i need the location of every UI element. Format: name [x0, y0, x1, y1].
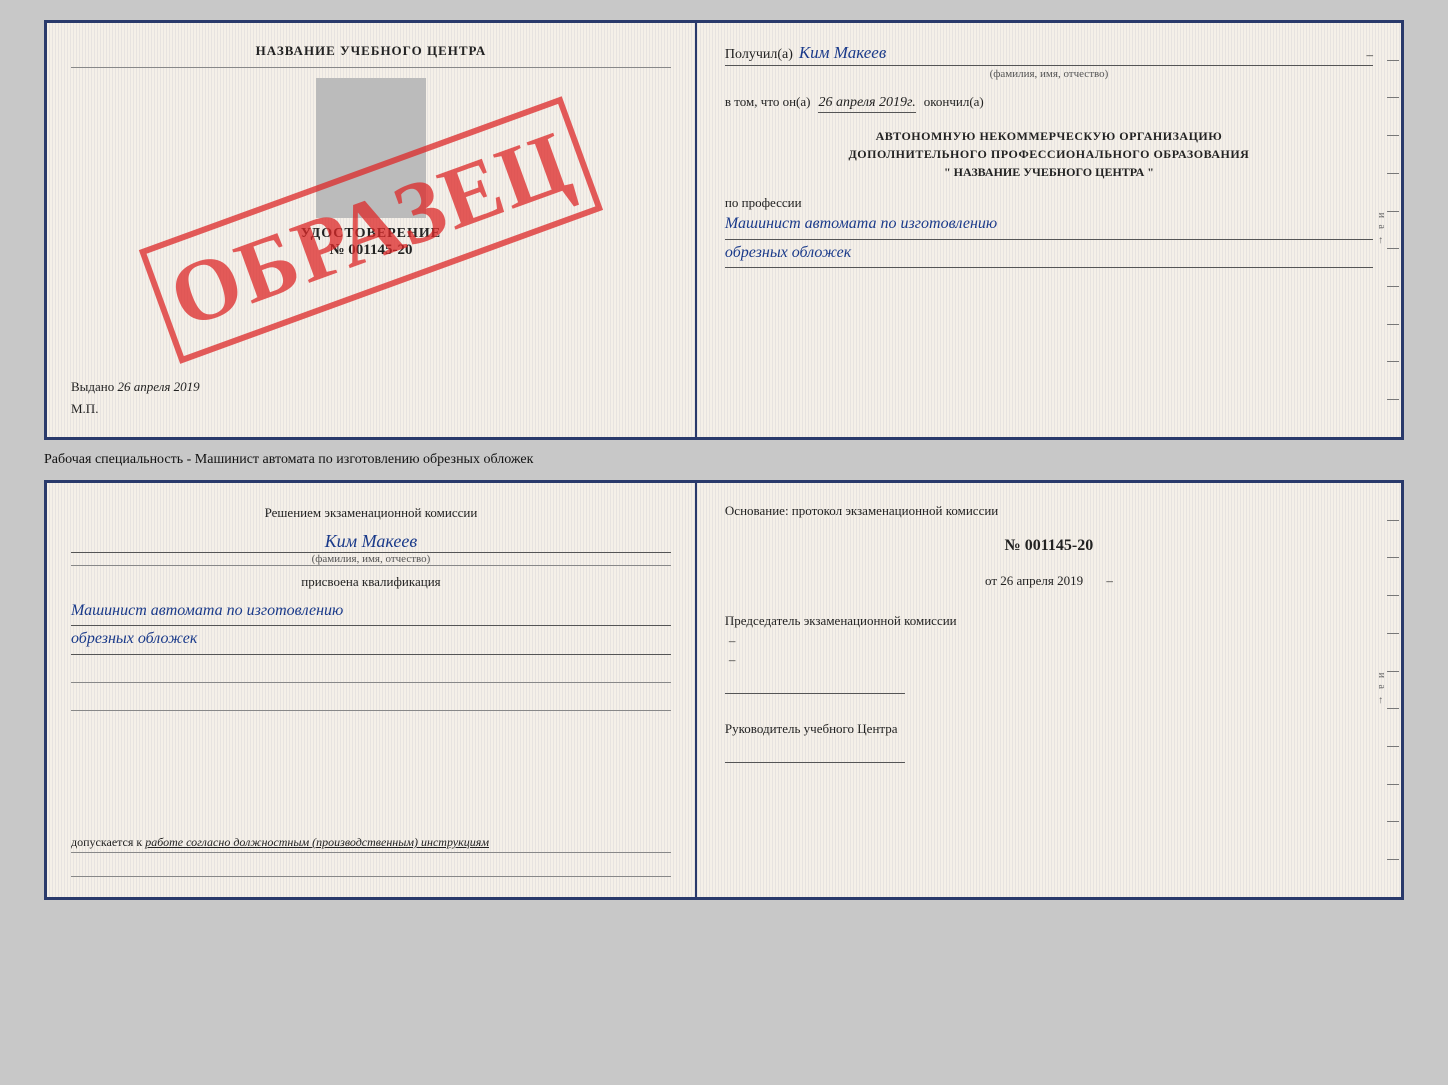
- vydano-label: Выдано: [71, 379, 114, 394]
- school-title-top: НАЗВАНИЕ УЧЕБНОГО ЦЕНТРА: [71, 43, 671, 68]
- udostoverenie-block: УДОСТОВЕРЕНИЕ № 001145-20: [71, 226, 671, 259]
- document-wrapper: НАЗВАНИЕ УЧЕБНОГО ЦЕНТРА ОБРАЗЕЦ УДОСТОВ…: [44, 20, 1404, 900]
- protocol-number: № 001145-20: [725, 537, 1373, 555]
- poluchil-name: Ким Макеев: [799, 43, 886, 63]
- photo-placeholder: [316, 78, 426, 218]
- cert-left: НАЗВАНИЕ УЧЕБНОГО ЦЕНТРА ОБРАЗЕЦ УДОСТОВ…: [47, 23, 697, 437]
- udost-number: № 001145-20: [71, 242, 671, 259]
- po-professii-label: по профессии: [725, 195, 1373, 211]
- fio-subtitle-top: (фамилия, имя, отчество): [725, 68, 1373, 80]
- udost-label: УДОСТОВЕРЕНИЕ: [71, 226, 671, 242]
- prisvoena-text: присвоена квалификация: [71, 574, 671, 590]
- dopusk-prefix: допускается к: [71, 835, 142, 849]
- vydano-block: Выдано 26 апреля 2019: [71, 379, 671, 395]
- certificate-bottom: Решением экзаменационной комиссии Ким Ма…: [44, 480, 1404, 900]
- professiya-line2: обрезных обложек: [725, 240, 1373, 269]
- vtom-date: 26 апреля 2019г.: [818, 95, 915, 113]
- kim-makeev-name: Ким Макеев: [71, 531, 671, 553]
- poluchil-line: Получил(а) Ким Макеев –: [725, 43, 1373, 66]
- predsedatel-label: Председатель экзаменационной комиссии: [725, 611, 1373, 631]
- protocol-date-value: 26 апреля 2019: [1000, 573, 1083, 588]
- poluchil-row: Получил(а) Ким Макеев – (фамилия, имя, о…: [725, 43, 1373, 80]
- dopuskaetsya-block: допускается к работе согласно должностны…: [71, 835, 671, 853]
- vtom-row: в том, что он(а) 26 апреля 2019г. окончи…: [725, 94, 1373, 113]
- rukovoditel-block: Руководитель учебного Центра: [725, 719, 1373, 768]
- blank-line-3: [71, 861, 671, 877]
- kvalif-line2: обрезных обложек: [71, 626, 671, 655]
- rukovoditel-label: Руководитель учебного Центра: [725, 719, 1373, 739]
- vydano-date: 26 апреля 2019: [118, 379, 200, 394]
- predsedatel-block: Председатель экзаменационной комиссии – …: [725, 611, 1373, 699]
- kim-makeev-block: Ким Макеев (фамилия, имя, отчество): [71, 531, 671, 566]
- fio-subtitle-bottom: (фамилия, имя, отчество): [71, 553, 671, 566]
- kvalif-line1: Машинист автомата по изготовлению: [71, 598, 671, 627]
- resheniyem-text: Решением экзаменационной комиссии: [71, 503, 671, 523]
- rukovoditel-signature-line: [725, 743, 905, 763]
- bottom-left: Решением экзаменационной комиссии Ким Ма…: [47, 483, 697, 897]
- blank-line-2: [71, 691, 671, 711]
- predsedatel-signature-line: [725, 674, 905, 694]
- dopusk-text: работе согласно должностным (производств…: [145, 835, 489, 849]
- protocol-date-prefix: от: [985, 573, 997, 588]
- kvalif-block: Машинист автомата по изготовлению обрезн…: [71, 598, 671, 655]
- certificate-top: НАЗВАНИЕ УЧЕБНОГО ЦЕНТРА ОБРАЗЕЦ УДОСТОВ…: [44, 20, 1404, 440]
- osnovanie-label: Основание: протокол экзаменационной коми…: [725, 503, 1373, 519]
- cert-right: Получил(а) Ким Макеев – (фамилия, имя, о…: [697, 23, 1401, 437]
- professiya-line1: Машинист автомата по изготовлению: [725, 211, 1373, 240]
- between-label: Рабочая специальность - Машинист автомат…: [44, 448, 1404, 472]
- vtom-prefix: в том, что он(а): [725, 94, 811, 110]
- org-line1: АВТОНОМНУЮ НЕКОММЕРЧЕСКУЮ ОРГАНИЗАЦИЮ: [725, 127, 1373, 145]
- mp-label: М.П.: [71, 401, 671, 417]
- org-block: АВТОНОМНУЮ НЕКОММЕРЧЕСКУЮ ОРГАНИЗАЦИЮ ДО…: [725, 127, 1373, 181]
- bottom-right: Основание: протокол экзаменационной коми…: [697, 483, 1401, 897]
- org-line3: " НАЗВАНИЕ УЧЕБНОГО ЦЕНТРА ": [725, 163, 1373, 181]
- po-professii-block: по профессии Машинист автомата по изгото…: [725, 195, 1373, 268]
- org-line2: ДОПОЛНИТЕЛЬНОГО ПРОФЕССИОНАЛЬНОГО ОБРАЗО…: [725, 145, 1373, 163]
- deco-letters-bottom: и а ←: [1376, 673, 1387, 708]
- deco-letters: и а ←: [1376, 213, 1387, 248]
- okonchil: окончил(а): [924, 94, 984, 110]
- blank-line-1: [71, 663, 671, 683]
- protocol-date-row: от 26 апреля 2019 –: [725, 573, 1373, 589]
- poluchil-prefix: Получил(а): [725, 47, 793, 63]
